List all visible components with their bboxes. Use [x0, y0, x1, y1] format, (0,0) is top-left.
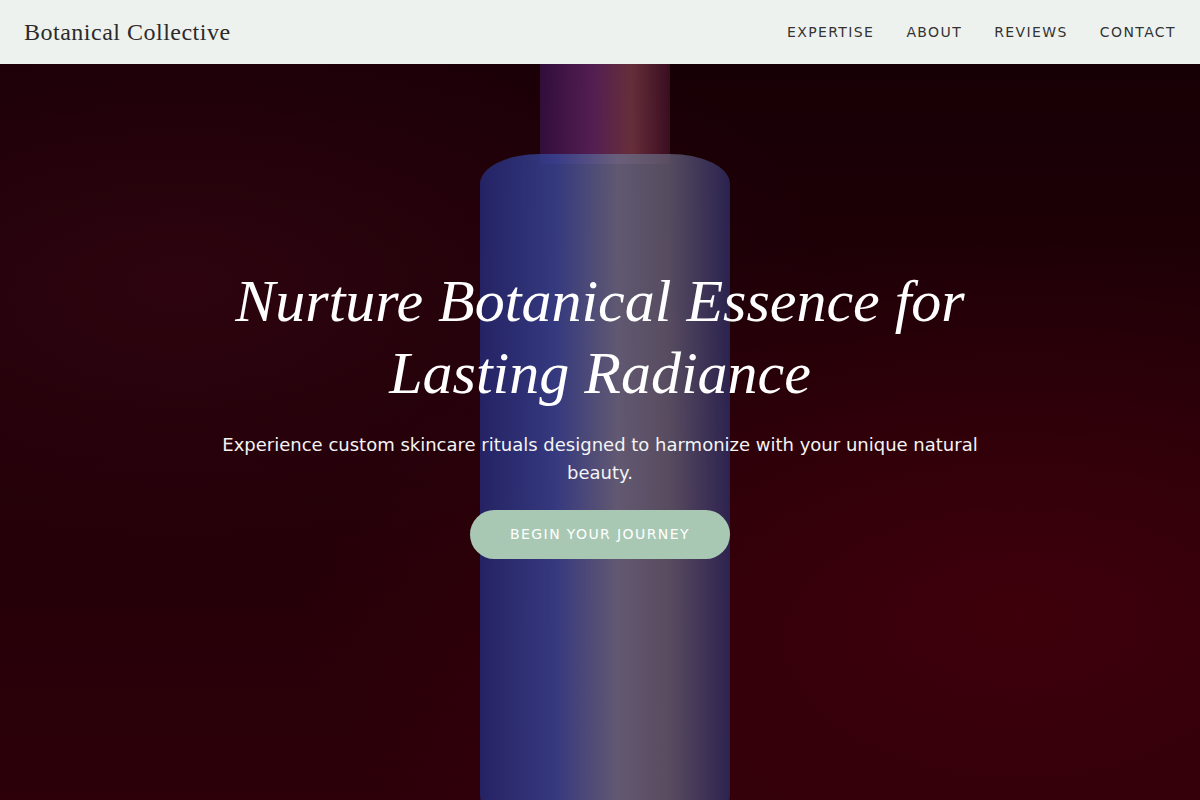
- hero-title: Nurture Botanical Essence for Lasting Ra…: [190, 265, 1010, 409]
- nav-item: ABOUT: [906, 20, 962, 44]
- brand-logo[interactable]: Botanical Collective: [24, 14, 231, 50]
- image-shade: [0, 64, 1200, 800]
- nav-link[interactable]: REVIEWS: [994, 24, 1068, 40]
- cta-button[interactable]: BEGIN YOUR JOURNEY: [470, 510, 730, 559]
- nav-item: EXPERTISE: [787, 20, 874, 44]
- hero-image: [0, 64, 1200, 800]
- hero-subtitle: Experience custom skincare rituals desig…: [190, 431, 1010, 487]
- nav-links: EXPERTISE ABOUT REVIEWS CONTACT: [787, 20, 1176, 44]
- nav-item: CONTACT: [1100, 20, 1176, 44]
- hero-section: Nurture Botanical Essence for Lasting Ra…: [0, 64, 1200, 800]
- nav-link[interactable]: EXPERTISE: [787, 24, 874, 40]
- hero-content: Nurture Botanical Essence for Lasting Ra…: [190, 265, 1010, 600]
- nav-link[interactable]: ABOUT: [906, 24, 962, 40]
- top-navbar: Botanical Collective EXPERTISE ABOUT REVIEW…: [0, 0, 1200, 64]
- tube-cap: [540, 64, 670, 164]
- nav-item: REVIEWS: [994, 20, 1068, 44]
- nav-link[interactable]: CONTACT: [1100, 24, 1176, 40]
